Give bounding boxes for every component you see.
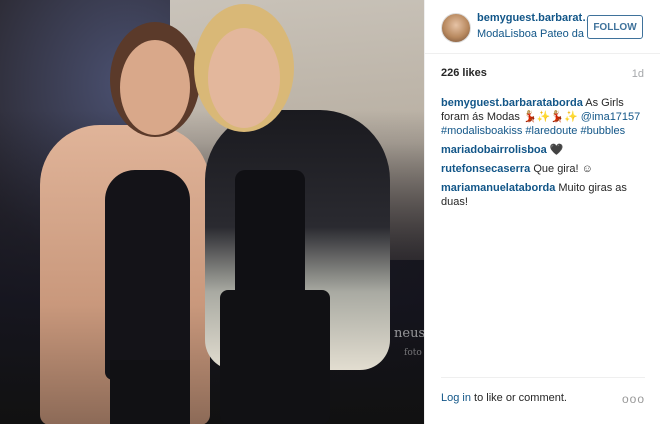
likes-count[interactable]: 226 likes [441,67,487,79]
hashtag-link[interactable]: #bubbles [580,125,625,137]
comment: rutefonsecaserra Que gira! ☺ [441,162,649,176]
post-sidebar: bemyguest.barbarataborda ModaLisboa Pate… [424,0,660,424]
woman-left-top [105,170,190,380]
comment-text: Que gira! ☺ [533,163,593,175]
caption: bemyguest.barbarataborda As Girls foram … [441,96,649,138]
woman-right-legs [220,290,330,424]
avatar[interactable] [441,13,471,43]
photo-watermark: neus [394,326,424,341]
login-prompt: Log in to like or comment. [441,392,645,404]
caption-emoji: 💃🏼✨💃🏼✨ [522,111,578,123]
comment-username[interactable]: mariadobairrolisboa [441,144,547,156]
follow-button[interactable]: FOLLOW [587,15,643,39]
hashtag-link[interactable]: #laredoute [525,125,577,137]
post-photo[interactable]: neus foto [0,0,424,424]
comment: mariamanuelataborda Muito giras as duas! [441,181,649,209]
caption-username[interactable]: bemyguest.barbarataborda [441,97,583,109]
woman-right-top [235,170,305,310]
post-username[interactable]: bemyguest.barbarataborda [477,12,599,24]
comment-username[interactable]: rutefonsecaserra [441,163,530,175]
more-options-icon[interactable]: ooo [622,392,645,406]
post-footer: Log in to like or comment. ooo [441,377,645,406]
post-location[interactable]: ModaLisboa Pateo da Galé [477,28,599,40]
instagram-post: neus foto bemyguest.barbarataborda ModaL… [0,0,660,424]
login-prompt-text: to like or comment. [474,392,567,404]
comments-list: bemyguest.barbarataborda As Girls foram … [441,96,649,214]
hashtag-link[interactable]: #modalisboakiss [441,125,522,137]
woman-left-head [120,40,190,135]
login-link[interactable]: Log in [441,392,471,404]
photo-watermark-sub: foto [404,348,422,358]
post-header: bemyguest.barbarataborda ModaLisboa Pate… [425,0,660,54]
caption-mention[interactable]: @ima17157 [581,111,640,123]
woman-left-legs [110,360,190,424]
woman-right-head [208,28,280,128]
comment-username[interactable]: mariamanuelataborda [441,182,555,194]
comment-text: 🖤 [549,144,564,156]
post-age[interactable]: 1d [632,68,644,80]
comment: mariadobairrolisboa 🖤 [441,143,649,157]
